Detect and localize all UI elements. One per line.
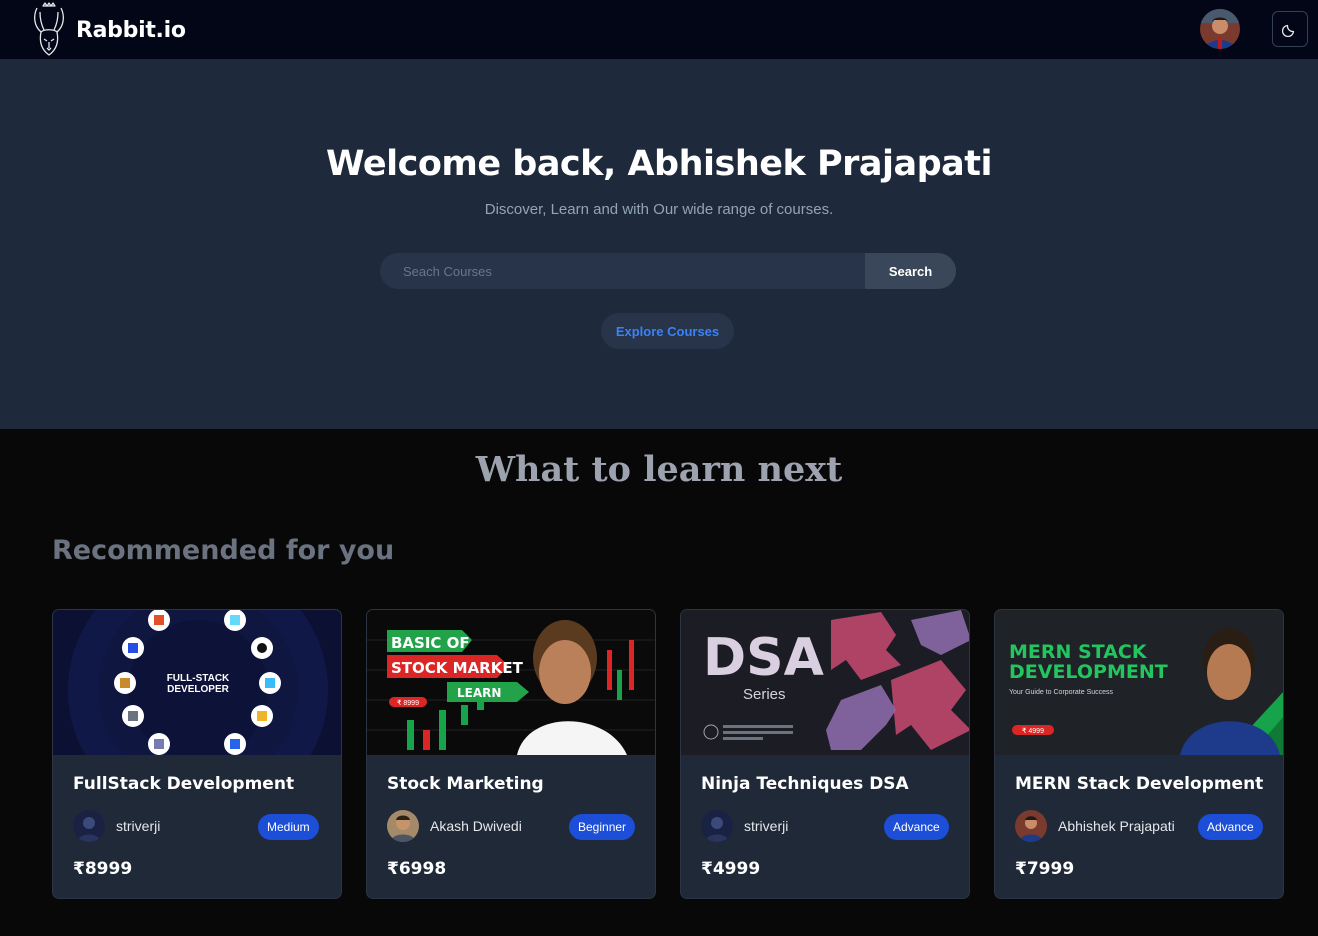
thumb-tagline: Your Guide to Corporate Success [1009,689,1114,696]
course-card[interactable]: MERN STACK DEVELOPMENT Your Guide to Cor… [994,609,1284,899]
brand-logo[interactable]: Rabbit.io [28,2,186,58]
author-avatar-icon [387,810,419,842]
user-avatar-icon [1200,9,1240,49]
author-avatar-icon [1015,810,1047,842]
level-badge: Advance [884,814,949,840]
recommended-heading: Recommended for you [52,535,395,566]
course-card[interactable]: BASIC OF STOCK MARKET LEARN ₹ 8999 Stock… [366,609,656,899]
author-avatar [73,810,105,842]
course-title: MERN Stack Development [1015,774,1264,794]
thumb-line1: BASIC OF [391,634,470,652]
explore-courses-button[interactable]: Explore Courses [601,313,734,349]
thumb-price-tag: ₹ 8999 [397,699,419,707]
course-price: ₹7999 [1015,859,1075,879]
author-avatar-icon [73,810,105,842]
thumb-line2: STOCK MARKET [391,659,524,677]
author-avatar [1015,810,1047,842]
theme-toggle-button[interactable] [1272,11,1308,47]
thumb-big-text: DSA [703,628,824,688]
course-card[interactable]: DSA Series Ninja Techniques DSA striverj… [680,609,970,899]
courses-section: What to learn next Recommended for you F… [0,429,1318,936]
author-name: striverji [744,818,789,834]
search-input[interactable] [380,253,865,289]
thumb-line2: DEVELOPMENT [1009,661,1168,683]
thumb-price-tag: ₹ 4999 [1022,727,1044,735]
rabbit-logo-icon [34,2,64,56]
user-avatar[interactable] [1200,9,1240,49]
course-title: Stock Marketing [387,774,544,794]
author-name: Akash Dwivedi [430,818,522,834]
learn-next-heading: What to learn next [475,449,843,490]
svg-text:DEVELOPER: DEVELOPER [167,684,229,695]
search-bar: Search [380,253,956,289]
level-badge: Advance [1198,814,1263,840]
author-name: Abhishek Prajapati [1058,818,1175,834]
author-avatar [701,810,733,842]
course-price: ₹6998 [387,859,447,879]
thumb-line3: LEARN [457,686,501,700]
course-thumbnail: MERN STACK DEVELOPMENT Your Guide to Cor… [995,610,1283,755]
course-title: Ninja Techniques DSA [701,774,909,794]
course-thumbnail: FULL-STACK DEVELOPER [53,610,341,755]
thumb-label: FULL-STACK [167,673,230,684]
hero-section: Welcome back, Abhishek Prajapati Discove… [0,60,1318,429]
author-avatar [387,810,419,842]
brand-name: Rabbit.io [76,17,186,43]
course-price: ₹4999 [701,859,761,879]
level-badge: Medium [258,814,319,840]
welcome-title: Welcome back, Abhishek Prajapati [325,144,993,184]
course-thumbnail: BASIC OF STOCK MARKET LEARN ₹ 8999 [367,610,655,755]
moon-icon [1282,24,1295,37]
search-button[interactable]: Search [865,253,956,289]
course-price: ₹8999 [73,859,133,879]
thumb-line1: MERN STACK [1009,641,1148,663]
course-card[interactable]: FULL-STACK DEVELOPER FullStack Developme… [52,609,342,899]
author-name: striverji [116,818,161,834]
level-badge: Beginner [569,814,636,840]
course-title: FullStack Development [73,774,295,794]
navbar: Rabbit.io [0,0,1318,60]
hero-subtitle: Discover, Learn and with Our wide range … [484,201,834,218]
course-thumbnail: DSA Series [681,610,969,755]
author-avatar-icon [701,810,733,842]
thumb-sub-text: Series [743,686,786,703]
